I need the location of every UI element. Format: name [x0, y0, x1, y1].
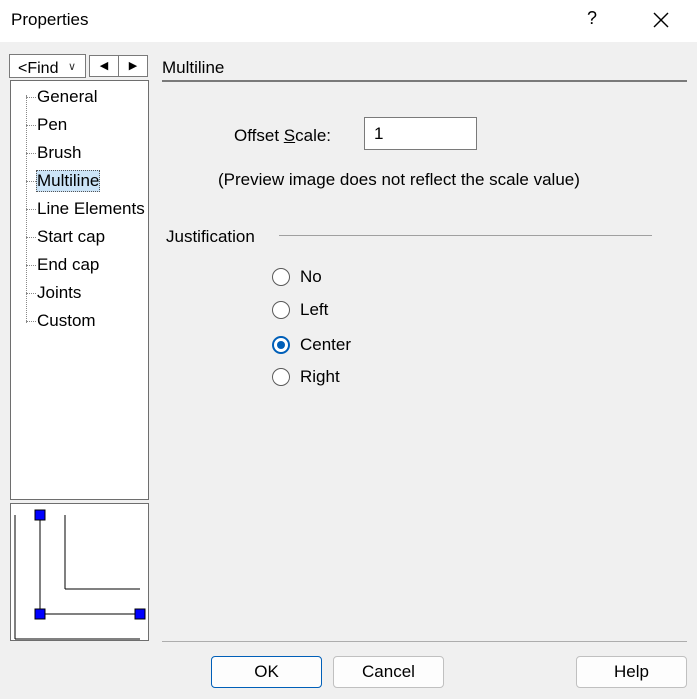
scroll-left-icon[interactable]: ◀	[90, 56, 119, 76]
tree-item-label: Multiline	[36, 170, 101, 192]
cancel-button[interactable]: Cancel	[333, 656, 444, 688]
tree-item-line-elements[interactable]: Line Elements	[11, 197, 150, 221]
scroll-right-icon[interactable]: ▶	[119, 56, 147, 76]
help-button[interactable]: Help	[576, 656, 687, 688]
radio-left[interactable]: Left	[272, 299, 392, 323]
title-bar: Properties ?	[0, 0, 697, 42]
chevron-down-icon: ∨	[68, 61, 77, 73]
section-title: Multiline	[162, 58, 225, 77]
radio-circle[interactable]	[272, 368, 290, 386]
multiline-preview-graphic	[14, 509, 146, 640]
tree-item-label: Joints	[37, 283, 82, 302]
radio-circle[interactable]	[272, 268, 290, 286]
radio-center[interactable]: Center	[272, 334, 392, 358]
tree-item-general[interactable]: General	[11, 85, 150, 109]
tree-item-multiline[interactable]: Multiline	[11, 169, 150, 193]
radio-circle[interactable]	[272, 301, 290, 319]
group-divider	[279, 235, 652, 236]
tree-item-start-cap[interactable]: Start cap	[11, 225, 150, 249]
preview-note: (Preview image does not reflect the scal…	[218, 170, 580, 189]
ok-button[interactable]: OK	[211, 656, 322, 688]
preview-handle-end[interactable]	[134, 608, 146, 620]
tree-item-custom[interactable]: Custom	[11, 309, 150, 333]
window-title: Properties	[11, 10, 89, 29]
radio-right[interactable]: Right	[272, 366, 392, 390]
tree-item-joints[interactable]: Joints	[11, 281, 150, 305]
justification-label: Justification	[166, 227, 255, 246]
multiline-preview	[10, 503, 149, 641]
find-combo[interactable]: <Find ∨	[9, 54, 86, 78]
preview-handle-top[interactable]	[34, 509, 46, 521]
category-tree: General Pen Brush Multiline Line Element…	[10, 80, 149, 500]
tree-item-brush[interactable]: Brush	[11, 141, 150, 165]
tree-scroll-buttons: ◀ ▶	[89, 55, 148, 77]
tree-item-label: Line Elements	[37, 199, 145, 218]
tree-item-pen[interactable]: Pen	[11, 113, 150, 137]
tree-item-label: Custom	[37, 311, 96, 330]
offset-scale-label: Offset Scale:	[234, 126, 332, 145]
radio-label: Center	[300, 335, 352, 354]
tree-item-label: General	[37, 87, 98, 106]
preview-handle-corner[interactable]	[34, 608, 46, 620]
properties-panel	[162, 80, 687, 642]
radio-no[interactable]: No	[272, 266, 392, 290]
tree-item-label: Brush	[37, 143, 82, 162]
tree-item-label: Start cap	[37, 227, 106, 246]
tree-item-label: Pen	[37, 115, 68, 134]
radio-circle[interactable]	[272, 336, 290, 354]
close-icon[interactable]	[650, 9, 672, 31]
tree-item-label: End cap	[37, 255, 100, 274]
radio-label: No	[300, 267, 322, 286]
help-icon[interactable]: ?	[584, 8, 600, 29]
offset-scale-input[interactable]	[364, 117, 477, 150]
tree-item-end-cap[interactable]: End cap	[11, 253, 150, 277]
radio-label: Left	[300, 300, 329, 319]
find-combo-value: <Find	[18, 60, 59, 77]
radio-label: Right	[300, 367, 340, 386]
